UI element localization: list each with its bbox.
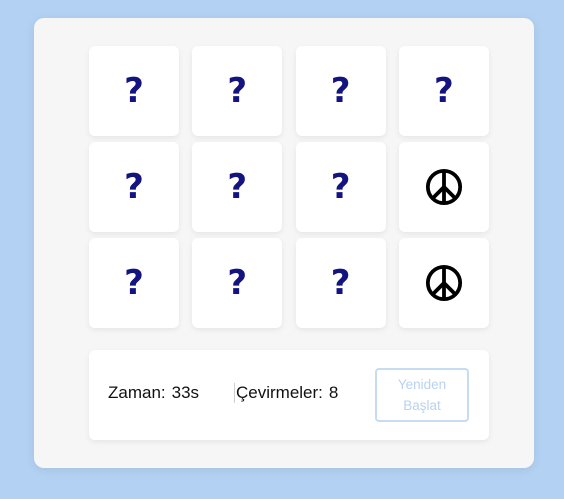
flip-counter-value: 8	[328, 383, 339, 402]
question-mark: ?	[330, 71, 351, 111]
timer-value: 33s	[171, 383, 200, 402]
timer: Zaman: 33s	[108, 383, 199, 403]
question-mark: ?	[330, 263, 351, 303]
card-hidden[interactable]: ?	[295, 46, 386, 136]
card-grid: ??????????	[89, 46, 489, 328]
peace-sign-icon	[425, 264, 462, 302]
game-panel: ?????????? Zaman: 33s Çevirmeler: 8 Yenide…	[34, 18, 534, 468]
question-mark: ?	[124, 71, 144, 111]
question-mark: ?	[330, 167, 351, 207]
flip-counter-label: Çevirmeler:	[236, 383, 323, 402]
card-revealed[interactable]	[398, 142, 489, 232]
question-mark: ?	[124, 167, 144, 207]
peace-sign-icon	[425, 168, 462, 206]
card-hidden[interactable]: ?	[89, 46, 179, 136]
status-bar: Zaman: 33s Çevirmeler: 8 Yeniden Başlat	[89, 350, 489, 440]
card-hidden[interactable]: ?	[192, 238, 283, 328]
card-hidden[interactable]: ?	[89, 238, 179, 328]
question-mark: ?	[434, 71, 454, 111]
card-revealed[interactable]	[398, 238, 489, 328]
card-hidden[interactable]: ?	[295, 238, 386, 328]
question-mark: ?	[227, 71, 248, 111]
timer-label: Zaman:	[108, 383, 166, 402]
restart-button[interactable]: Yeniden Başlat	[375, 368, 469, 422]
card-hidden[interactable]: ?	[398, 46, 489, 136]
question-mark: ?	[124, 263, 144, 303]
card-hidden[interactable]: ?	[295, 142, 386, 232]
flip-counter: Çevirmeler: 8	[234, 383, 338, 403]
card-hidden[interactable]: ?	[192, 142, 283, 232]
card-hidden[interactable]: ?	[192, 46, 283, 136]
card-hidden[interactable]: ?	[89, 142, 179, 232]
question-mark: ?	[227, 263, 248, 303]
question-mark: ?	[227, 167, 248, 207]
